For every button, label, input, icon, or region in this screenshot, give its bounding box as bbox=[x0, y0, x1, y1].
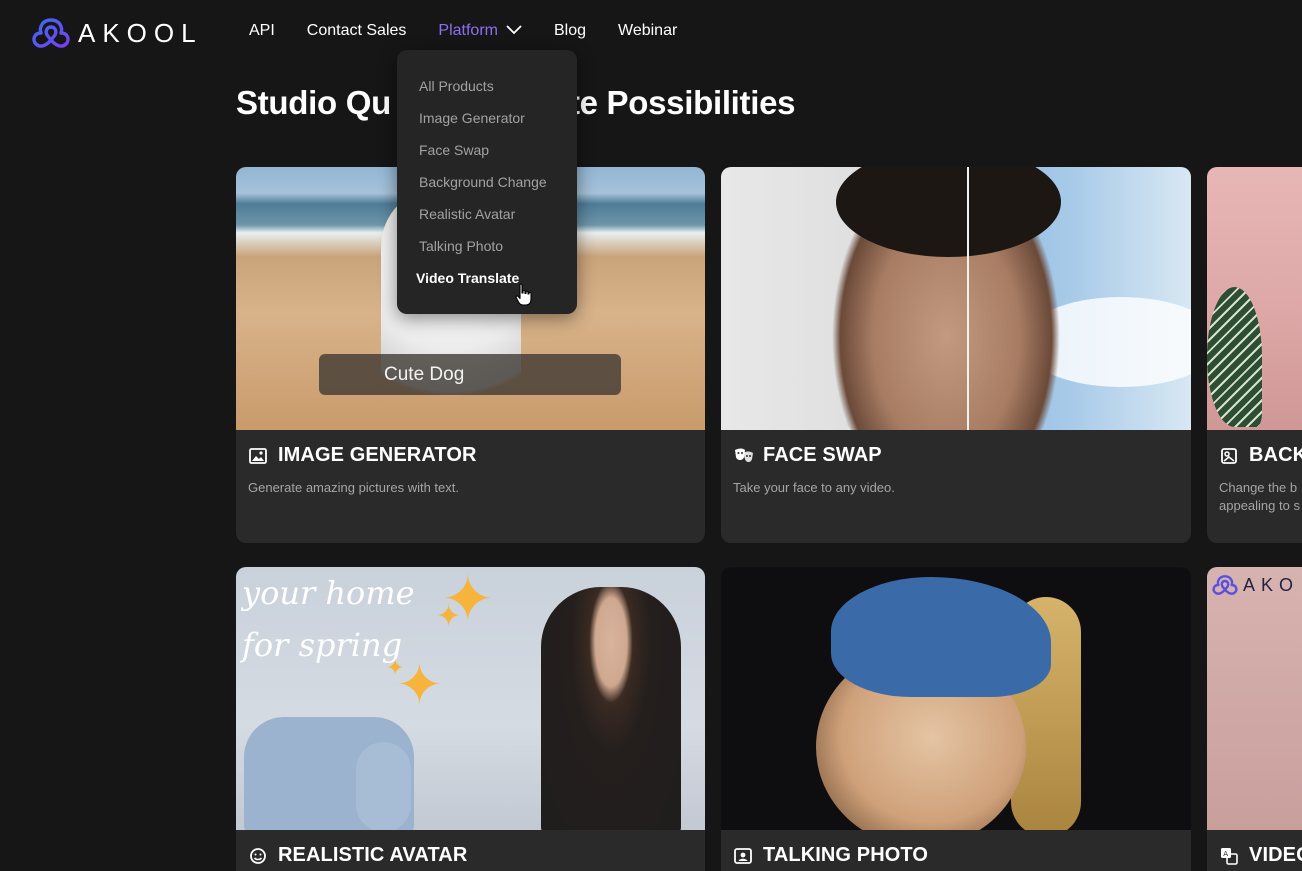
card-video-translate[interactable]: AKO A VIDEO bbox=[1207, 567, 1302, 871]
akool-logo-icon bbox=[1212, 575, 1238, 595]
chair-arm-shape bbox=[356, 742, 411, 830]
card-description: Change the b appealing to s bbox=[1219, 479, 1302, 515]
video-translate-image: AKO bbox=[1207, 567, 1302, 830]
card-title: REALISTIC AVATAR bbox=[278, 844, 468, 866]
card-description: Take your face to any video. bbox=[733, 480, 895, 495]
card-face-swap[interactable]: FACE SWAP Take your face to any video. bbox=[721, 167, 1191, 543]
card-image: AKO bbox=[1207, 567, 1302, 830]
svg-text:A: A bbox=[1223, 850, 1228, 858]
menu-item-image-generator[interactable]: Image Generator bbox=[419, 110, 525, 126]
background-icon bbox=[1219, 446, 1239, 466]
akool-logo-icon bbox=[32, 18, 70, 48]
avatar-icon bbox=[248, 846, 268, 866]
card-talking-photo[interactable]: TALKING PHOTO bbox=[721, 567, 1191, 871]
card-title: FACE SWAP bbox=[763, 444, 882, 466]
card-background-change[interactable]: BACK Change the b appealing to s bbox=[1207, 167, 1302, 543]
chevron-down-icon bbox=[506, 22, 522, 40]
background-change-image bbox=[1207, 167, 1302, 430]
section-title-right: te Possibilities bbox=[568, 84, 796, 121]
main-nav: API Contact Sales Platform Blog Webinar bbox=[249, 22, 709, 40]
card-header: FACE SWAP bbox=[733, 444, 882, 467]
turban-shape bbox=[831, 577, 1051, 697]
nav-platform-label: Platform bbox=[438, 22, 498, 39]
menu-item-talking-photo[interactable]: Talking Photo bbox=[419, 238, 503, 254]
card-title: TALKING PHOTO bbox=[763, 844, 929, 866]
platform-dropdown-menu: All Products Image Generator Face Swap B… bbox=[397, 50, 577, 314]
card-description: Generate amazing pictures with text. bbox=[248, 480, 459, 495]
menu-item-face-swap[interactable]: Face Swap bbox=[419, 142, 489, 158]
comparison-divider[interactable] bbox=[967, 167, 969, 430]
menu-item-background-change[interactable]: Background Change bbox=[419, 174, 547, 190]
card-description-line1: Change the b bbox=[1219, 480, 1298, 495]
card-title: VIDEO bbox=[1249, 844, 1302, 866]
overlay-text-line1: your home bbox=[242, 574, 415, 612]
card-header: REALISTIC AVATAR bbox=[248, 844, 467, 867]
talking-photo-image bbox=[721, 567, 1191, 830]
card-image bbox=[721, 167, 1191, 430]
hand-pointer-cursor-icon bbox=[515, 283, 533, 312]
card-header: TALKING PHOTO bbox=[733, 844, 928, 867]
card-title: IMAGE GENERATOR bbox=[278, 444, 477, 466]
akool-logo[interactable]: AKOOL bbox=[30, 16, 203, 50]
card-image bbox=[1207, 167, 1302, 430]
image-icon bbox=[248, 446, 268, 466]
overlay-logo: AKO bbox=[1211, 573, 1299, 597]
menu-item-video-translate[interactable]: Video Translate bbox=[416, 270, 519, 286]
card-header: A VIDEO bbox=[1219, 844, 1302, 867]
card-title: BACK bbox=[1249, 444, 1302, 466]
nav-platform[interactable]: Platform bbox=[438, 22, 522, 40]
menu-item-realistic-avatar[interactable]: Realistic Avatar bbox=[419, 206, 515, 222]
translate-icon: A bbox=[1219, 846, 1239, 866]
avatar-figure bbox=[541, 587, 681, 830]
avatar-image: your home for spring ✦ ✦ ✦ ✦ bbox=[236, 567, 705, 830]
nav-api[interactable]: API bbox=[249, 22, 275, 40]
site-header: AKOOL API Contact Sales Platform Blog We… bbox=[0, 0, 1302, 68]
sparkle-icon: ✦ bbox=[436, 600, 462, 633]
photo-icon bbox=[733, 846, 753, 866]
nav-contact-sales[interactable]: Contact Sales bbox=[307, 22, 407, 40]
logo-wordmark: AKOOL bbox=[78, 17, 203, 48]
prompt-caption: Cute Dog bbox=[319, 354, 621, 395]
prompt-caption-text: Cute Dog bbox=[384, 363, 465, 385]
nav-blog[interactable]: Blog bbox=[554, 22, 586, 40]
card-realistic-avatar[interactable]: your home for spring ✦ ✦ ✦ ✦ REALISTIC A… bbox=[236, 567, 705, 871]
nav-webinar[interactable]: Webinar bbox=[618, 22, 677, 40]
section-title-left: Studio Qu bbox=[236, 84, 391, 121]
leaf-shape bbox=[1207, 287, 1262, 427]
sparkle-icon: ✦ bbox=[386, 655, 405, 680]
mask-icon bbox=[733, 446, 753, 466]
face-swap-image bbox=[721, 167, 1191, 430]
card-header: BACK bbox=[1219, 444, 1302, 467]
card-image: your home for spring ✦ ✦ ✦ ✦ bbox=[236, 567, 705, 830]
menu-item-all-products[interactable]: All Products bbox=[419, 78, 494, 94]
card-image bbox=[721, 567, 1191, 830]
overlay-logo-text: AKO bbox=[1243, 574, 1300, 595]
card-description-line2: appealing to s bbox=[1219, 498, 1300, 513]
card-header: IMAGE GENERATOR bbox=[248, 444, 477, 467]
